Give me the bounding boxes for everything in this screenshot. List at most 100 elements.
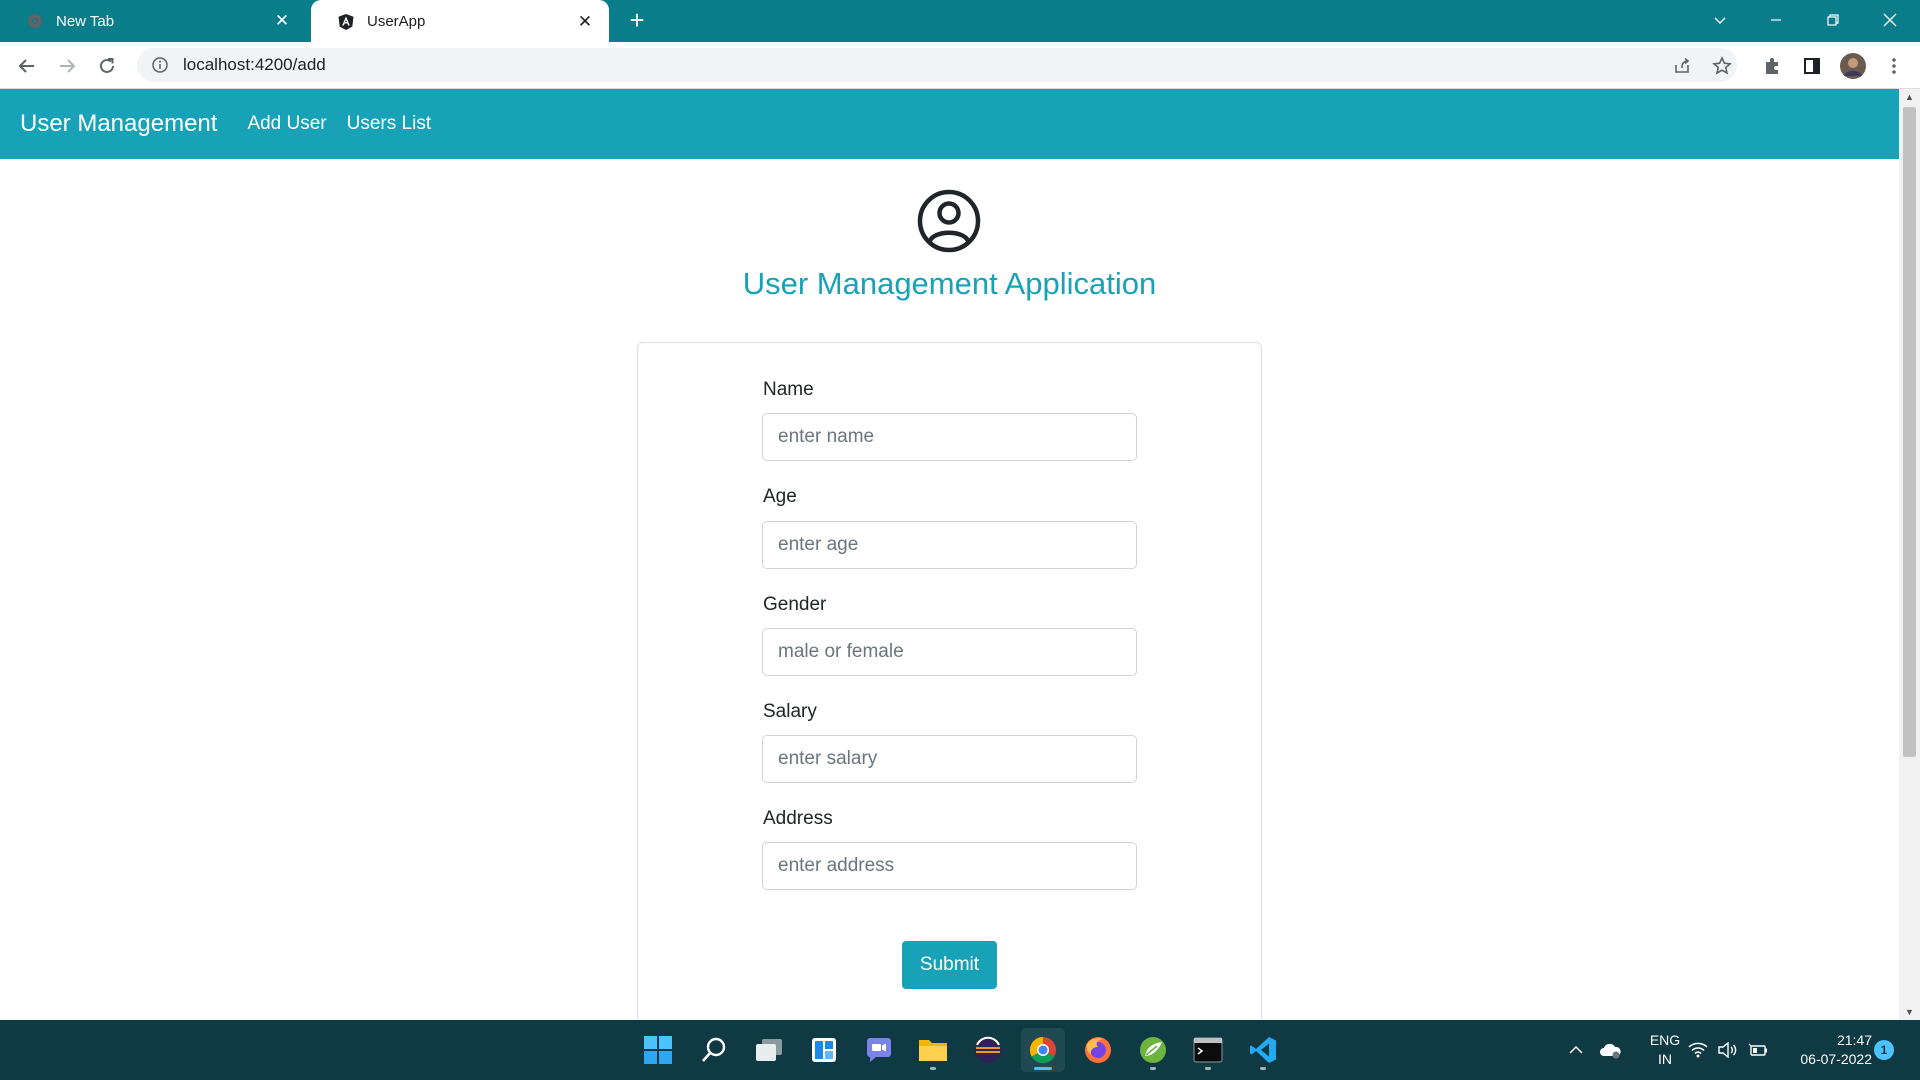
tab-title: New Tab	[56, 12, 115, 30]
taskbar-terminal[interactable]	[1186, 1028, 1230, 1072]
submit-button[interactable]: Submit	[902, 941, 997, 989]
share-button[interactable]	[1668, 52, 1696, 80]
teams-chat-icon	[867, 1038, 891, 1062]
tray-onedrive[interactable]	[1598, 1020, 1622, 1080]
side-panel-icon	[1804, 58, 1820, 74]
start-icon	[644, 1036, 672, 1064]
app-navbar: User Management Add User Users List	[0, 89, 1899, 159]
nav-link-add-user[interactable]: Add User	[247, 113, 326, 135]
name-input[interactable]	[762, 413, 1137, 461]
chevron-up-icon	[1569, 1045, 1583, 1054]
reload-icon	[100, 58, 114, 73]
language-code: ENG	[1649, 1032, 1681, 1048]
tray-volume[interactable]	[1717, 1020, 1737, 1080]
close-icon	[1883, 13, 1897, 27]
nav-link-users-list[interactable]: Users List	[347, 113, 431, 135]
region-code: IN	[1658, 1051, 1672, 1067]
running-indicator	[1150, 1067, 1156, 1070]
arrow-right-icon	[60, 59, 76, 73]
user-circle-icon	[917, 189, 981, 253]
restore-button[interactable]	[1805, 0, 1861, 40]
address-bar[interactable]: localhost:4200/add	[137, 48, 1737, 82]
scrollbar-thumb[interactable]	[1903, 107, 1916, 757]
arrow-left-icon	[18, 59, 34, 73]
tab-title: UserApp	[367, 13, 426, 30]
address-input[interactable]	[762, 842, 1137, 890]
tab-new-tab[interactable]: New Tab ✕	[0, 0, 306, 42]
taskbar-chrome[interactable]	[1021, 1028, 1065, 1072]
scroll-up-arrow[interactable]: ▲	[1899, 89, 1920, 105]
minimize-button[interactable]	[1748, 0, 1804, 40]
new-tab-button[interactable]: +	[624, 7, 650, 34]
chrome-icon	[1029, 1036, 1056, 1064]
gender-label: Gender	[763, 594, 827, 615]
salary-label: Salary	[763, 701, 817, 722]
terminal-icon	[1193, 1037, 1223, 1063]
bookmark-button[interactable]	[1708, 52, 1736, 80]
chrome-menu-button[interactable]	[1880, 52, 1908, 80]
taskbar-widgets[interactable]	[802, 1028, 846, 1072]
scroll-down-arrow[interactable]: ▼	[1899, 1004, 1920, 1020]
navbar-brand[interactable]: User Management	[20, 110, 217, 138]
tab-userapp[interactable]: UserApp ✕	[311, 0, 609, 43]
avatar-icon	[1840, 53, 1866, 79]
url-text: localhost:4200/add	[183, 55, 326, 74]
age-input[interactable]	[762, 521, 1137, 569]
taskbar-teams-chat[interactable]	[857, 1028, 901, 1072]
widgets-icon	[812, 1038, 836, 1062]
taskbar-task-view[interactable]	[747, 1028, 791, 1072]
salary-input[interactable]	[762, 735, 1137, 783]
side-panel-button[interactable]	[1798, 52, 1826, 80]
battery-charging-icon	[1748, 1043, 1767, 1056]
page-scrollbar[interactable]: ▲ ▼	[1899, 89, 1920, 1020]
share-icon	[1675, 57, 1690, 73]
add-user-form: Name Age Gender Salary Address Submit	[637, 342, 1262, 1020]
notification-badge[interactable]: 1	[1874, 1040, 1894, 1060]
address-label: Address	[763, 808, 833, 829]
name-label: Name	[763, 379, 814, 400]
vscode-icon	[1250, 1037, 1276, 1063]
close-icon[interactable]: ✕	[575, 12, 595, 32]
chevron-down-icon	[1714, 17, 1726, 24]
taskbar-file-explorer[interactable]	[911, 1028, 955, 1072]
gender-input[interactable]	[762, 628, 1137, 676]
running-indicator	[1260, 1067, 1266, 1070]
running-indicator	[1205, 1067, 1211, 1070]
page-content: User Management Application Name Age Gen…	[0, 159, 1899, 1020]
tray-overflow-button[interactable]	[1568, 1020, 1584, 1080]
volume-icon	[1718, 1042, 1737, 1058]
age-label: Age	[763, 486, 797, 507]
taskbar-vscode[interactable]	[1241, 1028, 1285, 1072]
windows-taskbar: ENG IN 21:47 06-07-2022	[0, 1020, 1920, 1080]
taskbar-start[interactable]	[636, 1028, 680, 1072]
running-indicator	[930, 1067, 936, 1070]
tab-search-button[interactable]	[1692, 0, 1748, 40]
forward-button[interactable]	[52, 51, 82, 81]
back-button[interactable]	[12, 51, 42, 81]
close-window-button[interactable]	[1862, 0, 1918, 40]
profile-avatar[interactable]	[1839, 52, 1867, 80]
tray-wifi[interactable]	[1688, 1020, 1708, 1080]
taskbar-search[interactable]	[692, 1028, 736, 1072]
search-icon	[702, 1037, 726, 1062]
more-vert-icon	[1892, 58, 1896, 74]
tray-clock[interactable]: 21:47 06-07-2022	[1780, 1020, 1872, 1080]
chrome-icon	[26, 12, 44, 30]
taskbar-firefox[interactable]	[1076, 1028, 1120, 1072]
reload-button[interactable]	[92, 51, 122, 81]
minimize-icon	[1771, 19, 1781, 21]
close-icon[interactable]: ✕	[272, 11, 292, 31]
taskbar-spring-tool[interactable]	[1131, 1028, 1175, 1072]
taskbar-eclipse[interactable]	[966, 1028, 1010, 1072]
puzzle-icon	[1766, 58, 1778, 74]
tray-battery[interactable]	[1748, 1020, 1768, 1080]
task-view-icon	[756, 1039, 782, 1061]
extensions-button[interactable]	[1758, 52, 1786, 80]
tray-language[interactable]: ENG IN	[1635, 1020, 1695, 1080]
firefox-icon	[1085, 1037, 1111, 1063]
wifi-icon	[1688, 1042, 1708, 1058]
star-icon	[1712, 56, 1732, 75]
spring-tool-icon	[1140, 1037, 1166, 1063]
info-icon[interactable]	[151, 56, 169, 74]
cloud-icon	[1600, 1043, 1621, 1059]
